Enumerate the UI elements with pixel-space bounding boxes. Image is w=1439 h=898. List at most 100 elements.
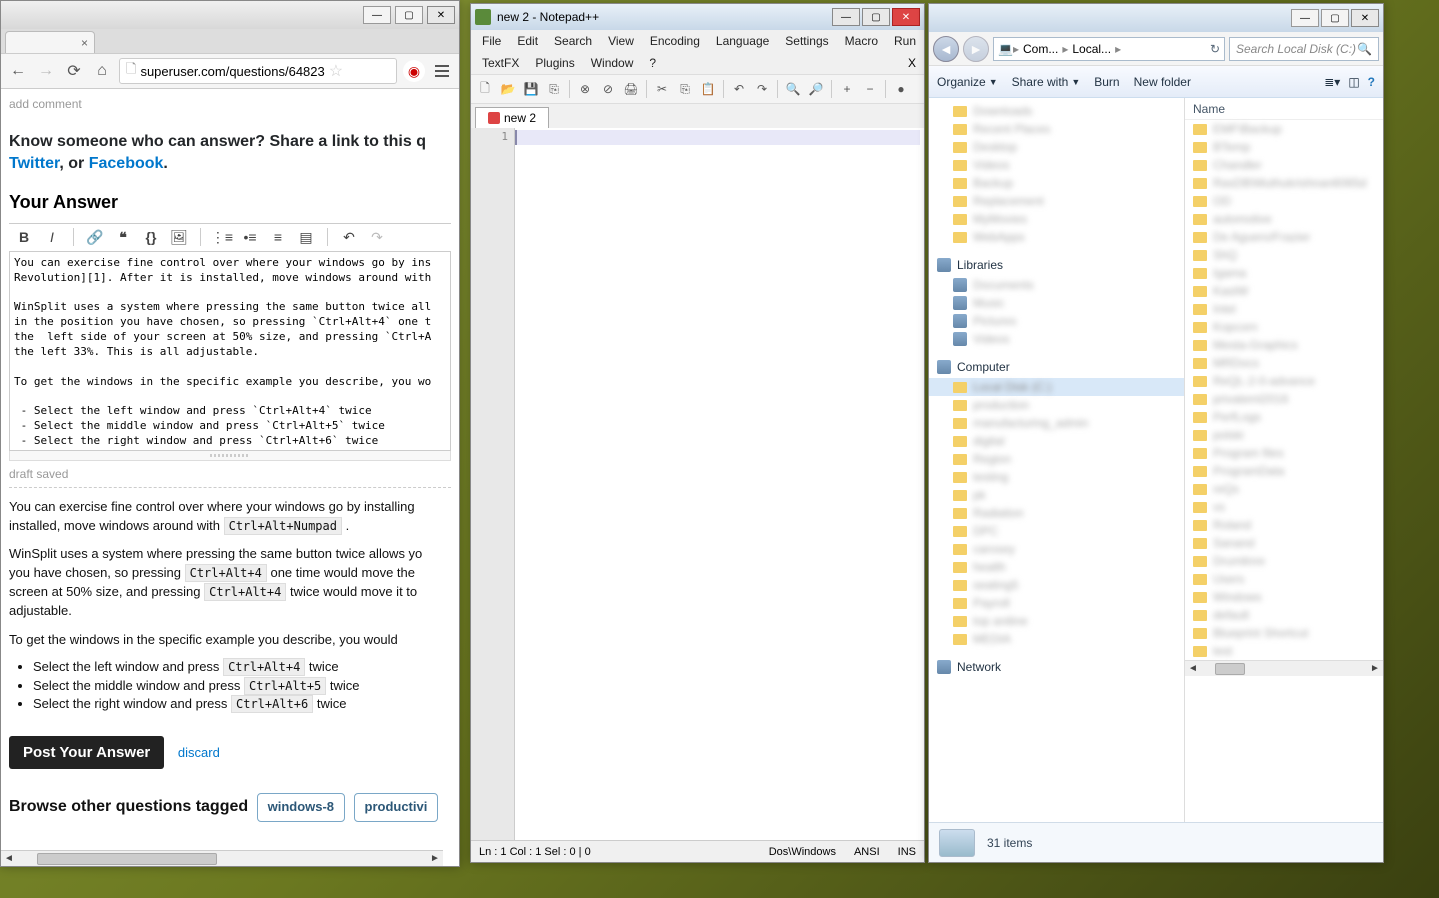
file-row[interactable]: Program files xyxy=(1185,444,1383,462)
italic-button[interactable]: I xyxy=(41,226,63,248)
file-row[interactable]: Mesta-Graphics xyxy=(1185,336,1383,354)
file-row[interactable]: BTemp xyxy=(1185,138,1383,156)
tab-close-icon[interactable]: × xyxy=(81,36,88,50)
tree-item[interactable]: top aniline xyxy=(929,612,1184,630)
breadcrumb-bar[interactable]: 💻 ▸ Com... ▸ Local... ▸ ↻ xyxy=(993,37,1225,61)
tree-item[interactable]: Radiation xyxy=(929,504,1184,522)
tree-item[interactable]: Documents xyxy=(929,276,1184,294)
menu-run[interactable]: Run xyxy=(887,32,923,50)
facebook-link[interactable]: Facebook xyxy=(89,155,164,172)
cut-icon[interactable]: ✂ xyxy=(652,79,672,99)
olist-button[interactable]: ⋮≡ xyxy=(211,226,233,248)
list-header[interactable]: Name xyxy=(1185,98,1383,120)
file-row[interactable]: De Aguero/Frazier xyxy=(1185,228,1383,246)
scroll-right-arrow[interactable]: ► xyxy=(427,852,443,866)
file-row[interactable]: privateml2016 xyxy=(1185,390,1383,408)
file-row[interactable]: RasDB\Muthukrishnan6065d xyxy=(1185,174,1383,192)
close-button[interactable]: ✕ xyxy=(1351,9,1379,27)
file-row[interactable]: PerfLogs xyxy=(1185,408,1383,426)
back-button[interactable]: ← xyxy=(7,60,29,82)
file-row[interactable]: automotive xyxy=(1185,210,1383,228)
minimize-button[interactable]: — xyxy=(363,6,391,24)
tree-item[interactable]: WebApps xyxy=(929,228,1184,246)
file-row[interactable]: reQs xyxy=(1185,480,1383,498)
file-row[interactable]: EMF\Backup xyxy=(1185,120,1383,138)
view-options-icon[interactable]: ≣▾ xyxy=(1324,75,1340,89)
editor-area[interactable]: 1 xyxy=(471,128,924,840)
preview-pane-icon[interactable]: ◫ xyxy=(1348,75,1359,89)
maximize-button[interactable]: ▢ xyxy=(862,8,890,26)
tree-item[interactable]: testing xyxy=(929,468,1184,486)
answer-textarea[interactable]: You can exercise fine control over where… xyxy=(9,251,451,451)
save-all-icon[interactable]: ⎘ xyxy=(544,79,564,99)
file-row[interactable]: vs xyxy=(1185,498,1383,516)
tree-item[interactable]: Desktop xyxy=(929,138,1184,156)
save-icon[interactable]: 💾 xyxy=(521,79,541,99)
tag-windows-8[interactable]: windows-8 xyxy=(257,793,345,822)
tree-item[interactable]: Pictures xyxy=(929,312,1184,330)
menu-view[interactable]: View xyxy=(601,32,641,50)
tree-item[interactable]: carosey xyxy=(929,540,1184,558)
tree-group[interactable]: Computer xyxy=(929,356,1184,378)
tree-item[interactable]: Music xyxy=(929,294,1184,312)
discard-link[interactable]: discard xyxy=(178,745,220,760)
file-row[interactable]: default xyxy=(1185,606,1383,624)
scroll-left-arrow[interactable]: ◄ xyxy=(1,852,17,866)
paste-icon[interactable]: 📋 xyxy=(698,79,718,99)
file-row[interactable]: Intel xyxy=(1185,300,1383,318)
organize-menu[interactable]: Organize▼ xyxy=(937,75,998,89)
scroll-left-arrow[interactable]: ◄ xyxy=(1185,663,1201,674)
tree-item[interactable]: production xyxy=(929,396,1184,414)
tree-item[interactable]: Recent Places xyxy=(929,120,1184,138)
file-row[interactable]: ProgramData xyxy=(1185,462,1383,480)
browser-tab[interactable]: × xyxy=(5,31,95,53)
file-row[interactable]: test xyxy=(1185,642,1383,660)
tree-item[interactable]: Region xyxy=(929,450,1184,468)
heading-button[interactable]: ≡ xyxy=(267,226,289,248)
find-icon[interactable]: 🔍 xyxy=(783,79,803,99)
tree-item[interactable]: seating5 xyxy=(929,576,1184,594)
zoom-out-icon[interactable]: − xyxy=(860,79,880,99)
tree-item[interactable]: Backup xyxy=(929,174,1184,192)
minimize-button[interactable]: — xyxy=(832,8,860,26)
file-row[interactable]: Users xyxy=(1185,570,1383,588)
file-list[interactable]: Name EMF\BackupBTempChandlerRasDB\Muthuk… xyxy=(1185,98,1383,822)
reload-button[interactable]: ⟳ xyxy=(63,60,85,82)
tree-item[interactable]: Payroll xyxy=(929,594,1184,612)
tree-group[interactable]: Network xyxy=(929,656,1184,678)
menu-textfx[interactable]: TextFX xyxy=(475,54,526,72)
share-with-menu[interactable]: Share with▼ xyxy=(1012,75,1081,89)
file-row[interactable]: KastW xyxy=(1185,282,1383,300)
file-row[interactable]: MRDocs xyxy=(1185,354,1383,372)
file-row[interactable]: Roland xyxy=(1185,516,1383,534)
extension-icon[interactable]: ◉ xyxy=(403,60,425,82)
file-row[interactable]: polski xyxy=(1185,426,1383,444)
undo-icon[interactable]: ↶ xyxy=(729,79,749,99)
menu-macro[interactable]: Macro xyxy=(838,32,885,50)
tree-item[interactable]: Videos xyxy=(929,156,1184,174)
undo-button[interactable]: ↶ xyxy=(338,226,360,248)
quote-button[interactable]: ❝ xyxy=(112,226,134,248)
tree-item[interactable]: MEDIA xyxy=(929,630,1184,648)
help-icon[interactable]: ? xyxy=(1368,75,1375,89)
code-button[interactable]: {} xyxy=(140,226,162,248)
tree-item[interactable]: Replacement xyxy=(929,192,1184,210)
nav-forward-button[interactable]: ► xyxy=(963,36,989,62)
file-row[interactable]: Igama xyxy=(1185,264,1383,282)
scroll-thumb[interactable] xyxy=(37,853,217,865)
home-button[interactable]: ⌂ xyxy=(91,60,113,82)
bookmark-star-icon[interactable]: ☆ xyxy=(329,61,343,81)
menu-plugins[interactable]: Plugins xyxy=(528,54,581,72)
post-answer-button[interactable]: Post Your Answer xyxy=(9,736,164,769)
resize-grip[interactable] xyxy=(9,451,451,461)
file-row[interactable]: ReQL-2-0-advance xyxy=(1185,372,1383,390)
forward-button[interactable]: → xyxy=(35,60,57,82)
add-comment-link[interactable]: add comment xyxy=(9,97,451,111)
file-row[interactable]: Windows xyxy=(1185,588,1383,606)
file-row[interactable]: Chandler xyxy=(1185,156,1383,174)
menu-window[interactable]: Window xyxy=(584,54,641,72)
menu-file[interactable]: File xyxy=(475,32,508,50)
tag-productivity[interactable]: productivi xyxy=(354,793,439,822)
maximize-button[interactable]: ▢ xyxy=(1321,9,1349,27)
scroll-right-arrow[interactable]: ► xyxy=(1367,663,1383,674)
